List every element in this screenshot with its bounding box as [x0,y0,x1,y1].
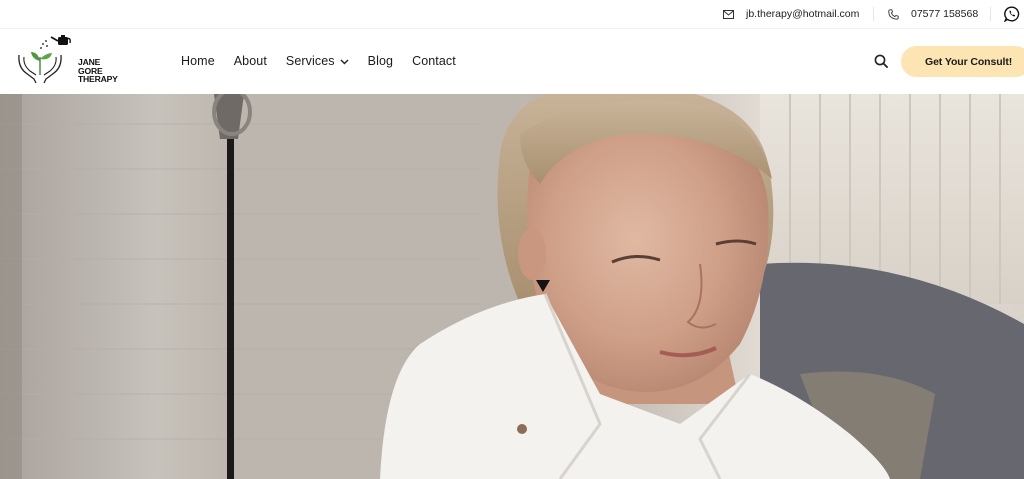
email-text: jb.therapy@hotmail.com [746,8,860,20]
whatsapp-icon [1004,6,1020,22]
hero-photo [0,94,1024,479]
main-nav: Home About Services Blog Contact [181,29,475,93]
nav-contact[interactable]: Contact [412,54,456,68]
email-link[interactable]: jb.therapy@hotmail.com [723,0,859,28]
phone-text: 07577 158568 [911,8,979,20]
nav-home[interactable]: Home [181,54,215,68]
top-contact-bar: jb.therapy@hotmail.com 07577 158568 [0,0,1024,28]
nav-blog[interactable]: Blog [368,54,393,68]
mail-icon [723,9,734,19]
search-icon [874,54,889,69]
logo-line-1: JANE GORE [78,57,103,76]
divider [990,7,991,21]
hero-image [0,94,1024,479]
search-button[interactable] [874,54,889,69]
logo-text: JANE GORE THERAPY [78,58,126,84]
divider [873,7,874,21]
phone-icon [888,8,899,20]
whatsapp-link[interactable] [1004,0,1020,28]
chevron-down-icon [340,54,349,68]
logo-line-2: THERAPY [78,74,118,85]
nav-services[interactable]: Services [286,54,349,68]
site-header: JANE GORE THERAPY Home About Services Bl… [0,28,1024,94]
get-consult-button[interactable]: Get Your Consult! [901,46,1024,77]
nav-services-label: Services [285,54,335,68]
nav-about[interactable]: About [234,54,267,68]
site-logo[interactable]: JANE GORE THERAPY [16,31,126,87]
phone-link[interactable]: 07577 158568 [888,0,978,28]
